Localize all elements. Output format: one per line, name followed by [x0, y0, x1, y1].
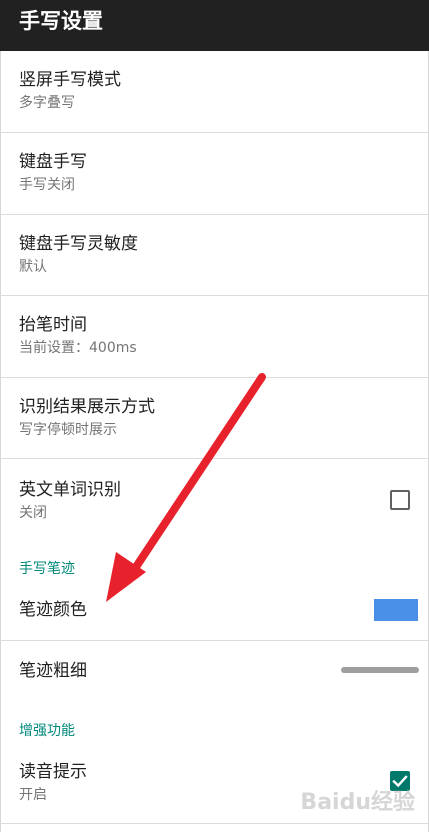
- divider: [0, 823, 429, 824]
- setting-english-word-recognition[interactable]: 英文单词识别 关闭: [0, 459, 429, 540]
- setting-summary: 开启: [19, 787, 47, 803]
- setting-title: 笔迹颜色: [19, 600, 87, 620]
- setting-title: 键盘手写: [19, 152, 87, 172]
- page-title: 手写设置: [19, 9, 103, 33]
- setting-stroke-width[interactable]: 笔迹粗细: [0, 641, 429, 697]
- setting-title: 英文单词识别: [19, 480, 121, 500]
- setting-summary: 当前设置：400ms: [19, 340, 137, 356]
- app-bar: 手写设置: [0, 0, 429, 51]
- setting-result-display[interactable]: 识别结果展示方式 写字停顿时展示: [0, 378, 429, 459]
- setting-summary: 默认: [19, 259, 47, 275]
- section-header-enhance: 增强功能: [19, 723, 75, 739]
- setting-portrait-handwriting-mode[interactable]: 竖屏手写模式 多字叠写: [0, 51, 429, 132]
- setting-pen-lift-time[interactable]: 抬笔时间 当前设置：400ms: [0, 296, 429, 377]
- setting-stroke-color[interactable]: 笔迹颜色: [0, 589, 429, 640]
- setting-keyboard-handwriting[interactable]: 键盘手写 手写关闭: [0, 133, 429, 214]
- setting-summary: 多字叠写: [19, 95, 75, 111]
- setting-title: 识别结果展示方式: [19, 397, 155, 417]
- setting-title: 抬笔时间: [19, 315, 87, 335]
- setting-title: 笔迹粗细: [19, 661, 87, 681]
- setting-keyboard-sensitivity[interactable]: 键盘手写灵敏度 默认: [0, 215, 429, 296]
- section-header-handwriting: 手写笔迹: [19, 561, 75, 577]
- setting-summary: 关闭: [19, 505, 47, 521]
- english-recognition-checkbox[interactable]: [390, 490, 410, 510]
- setting-summary: 写字停顿时展示: [19, 422, 117, 438]
- setting-title: 键盘手写灵敏度: [19, 234, 138, 254]
- settings-list: 竖屏手写模式 多字叠写 键盘手写 手写关闭 键盘手写灵敏度 默认 抬笔时间 当前…: [0, 51, 429, 832]
- stroke-color-swatch[interactable]: [374, 599, 418, 621]
- setting-summary: 手写关闭: [19, 177, 75, 193]
- watermark: Baidu经验: [300, 790, 415, 815]
- setting-title: 竖屏手写模式: [19, 70, 121, 90]
- stroke-width-slider[interactable]: [341, 667, 419, 673]
- setting-title: 读音提示: [19, 762, 87, 782]
